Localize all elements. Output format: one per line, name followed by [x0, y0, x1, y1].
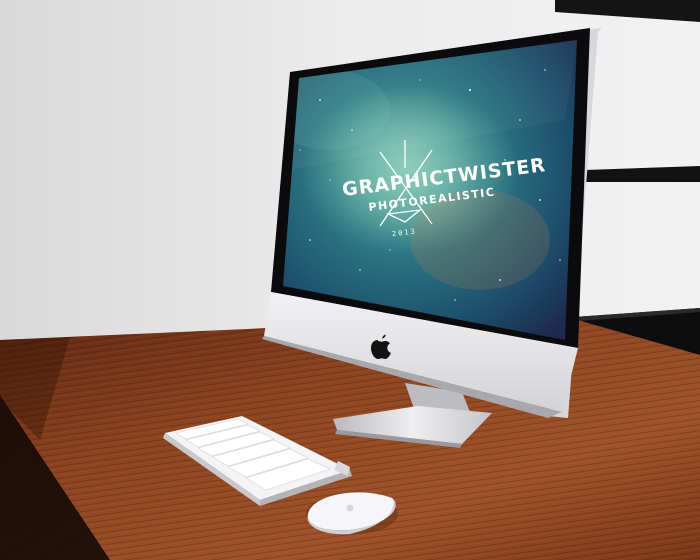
scene-canvas: GRAPHICTWISTER PHOTOREALISTIC 2013 [0, 0, 700, 560]
photo-scene: GRAPHICTWISTER PHOTOREALISTIC 2013 [0, 0, 700, 560]
